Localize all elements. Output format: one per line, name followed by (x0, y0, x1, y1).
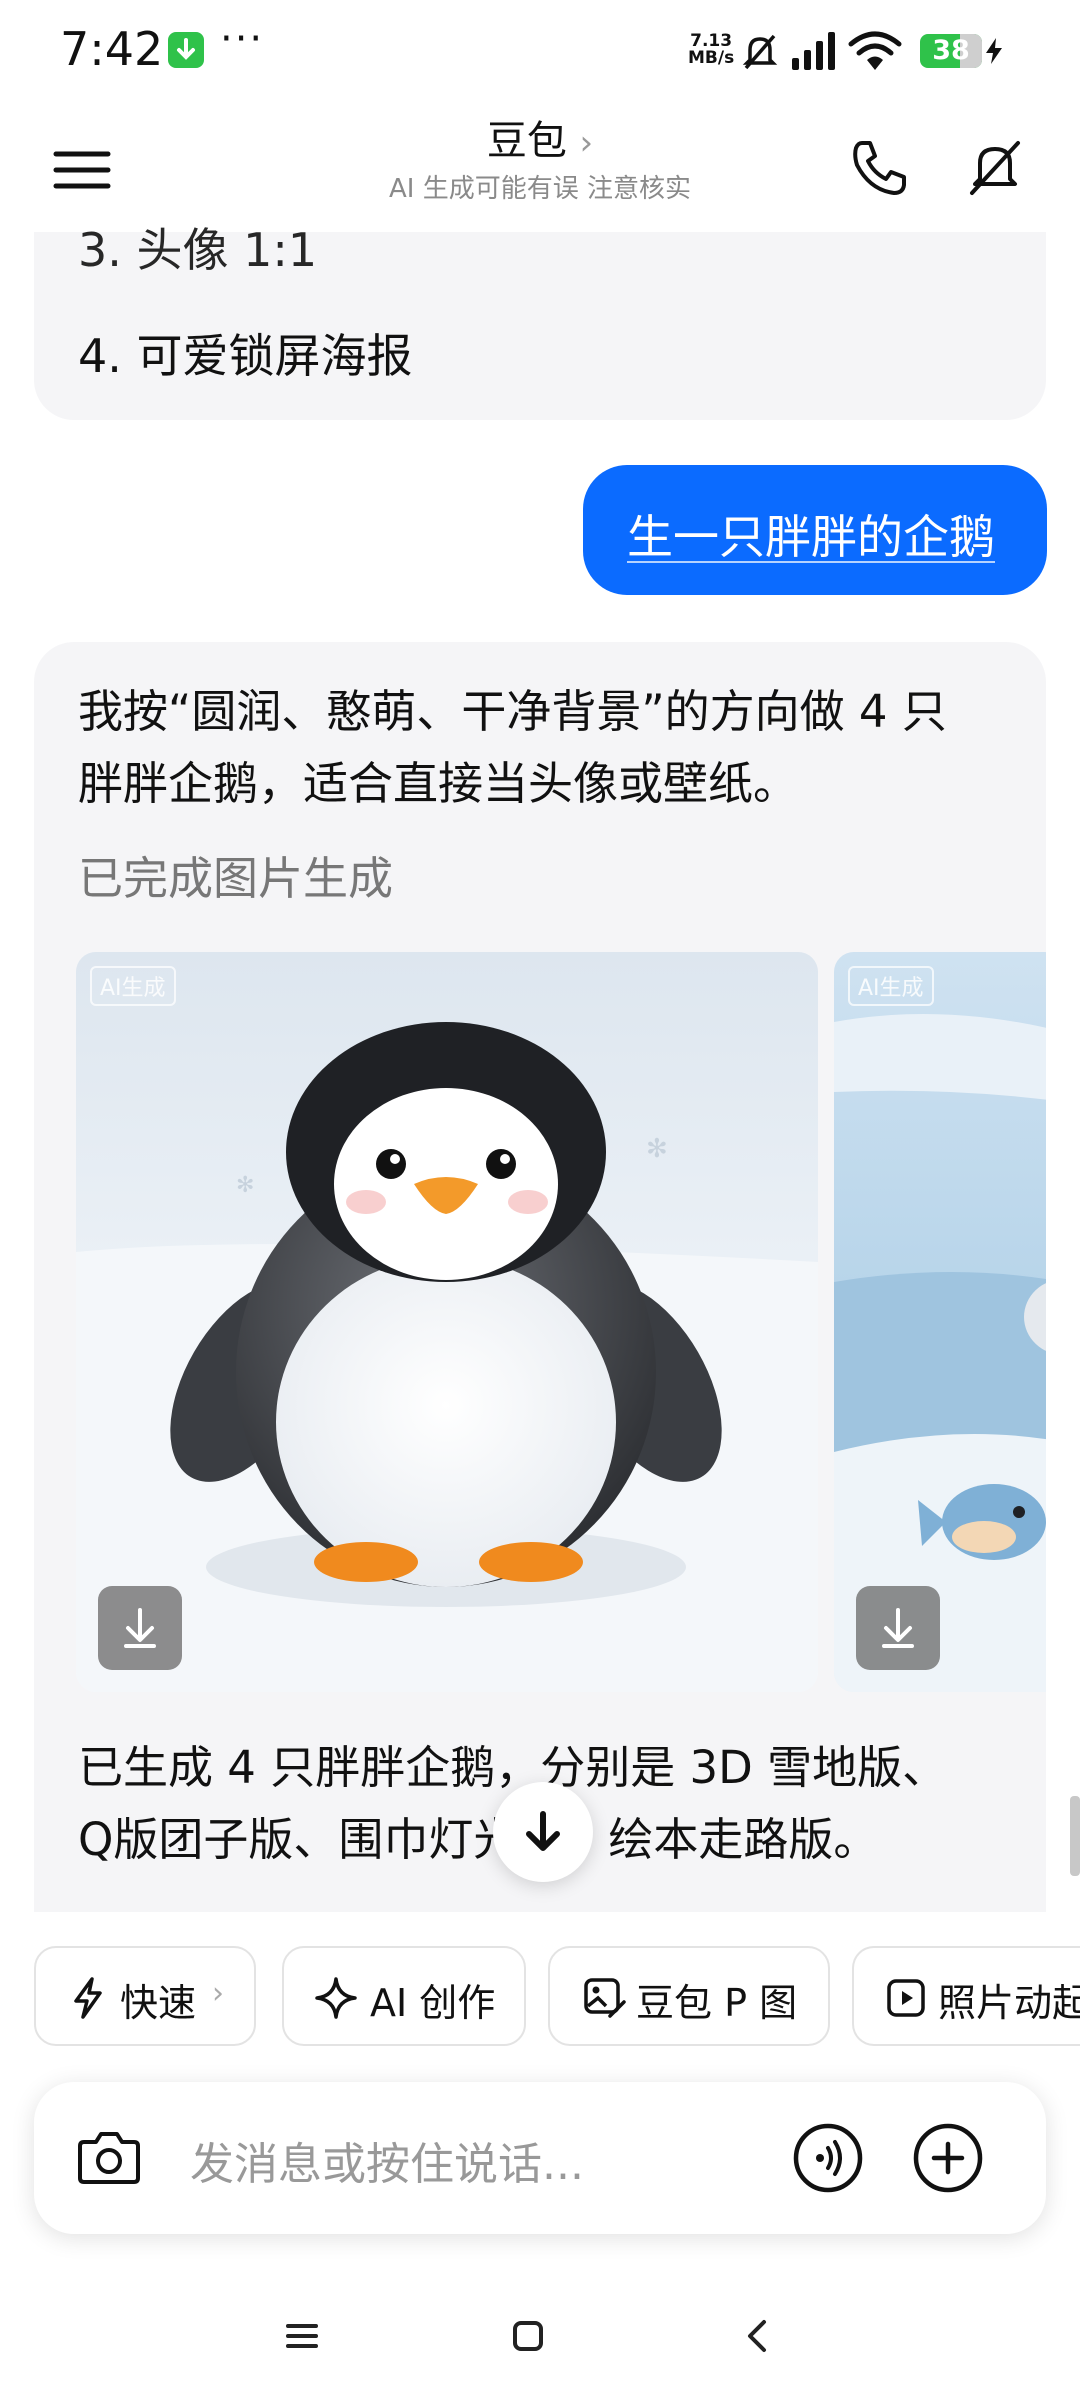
ai-message-bubble: 我按“圆润、憨萌、干净背景”的方向做 4 只 胖胖企鹅，适合直接当头像或壁纸。 … (34, 642, 1046, 1912)
user-message-bubble[interactable]: 生一只胖胖的企鹅 (583, 465, 1047, 595)
message-input[interactable]: 发消息或按住说话... (190, 2128, 584, 2192)
chip-label: 快速 (120, 1981, 197, 2025)
voice-icon[interactable] (792, 2122, 864, 2194)
chip-photo-animate[interactable]: 照片动起来 (852, 1946, 1080, 2046)
chip-ai-create[interactable]: AI 创作 (282, 1946, 526, 2046)
chevron-right-icon: › (212, 1976, 224, 2011)
penguin-image: ✻ ✻ ✻ (76, 952, 818, 1692)
list-item: 4. 可爱锁屏海报 (78, 329, 413, 383)
signal-icon (792, 32, 835, 70)
back-icon[interactable] (740, 2316, 776, 2356)
chip-label: AI 创作 (370, 1981, 496, 2025)
chip-label: 照片动起来 (938, 1981, 1080, 2025)
chip-label: 豆包 P 图 (636, 1981, 798, 2025)
chat-title[interactable]: 豆包 › (0, 115, 1080, 169)
user-message-text: 生一只胖胖的企鹅 (627, 510, 995, 564)
list-item: 3. 头像 1:1 (78, 223, 318, 277)
ai-reply-line: 胖胖企鹅，适合直接当头像或壁纸。 (78, 757, 799, 810)
ai-disclaimer: AI 生成可能有误 注意核实 (389, 174, 691, 204)
silent-bell-icon (742, 34, 778, 70)
ai-generated-tag: AI生成 (848, 966, 934, 1006)
lightning-icon (74, 1977, 102, 2019)
recents-icon[interactable] (284, 2318, 320, 2354)
ai-generated-tag: AI生成 (90, 966, 176, 1006)
scroll-to-bottom-button[interactable] (493, 1782, 593, 1882)
speaker-mute-icon[interactable] (962, 135, 1028, 201)
message-input-bar: 发消息或按住说话... (34, 2082, 1046, 2234)
svg-text:✻: ✻ (236, 1173, 254, 1198)
play-icon (887, 1979, 925, 2017)
generation-status: 已完成图片生成 (78, 852, 394, 905)
more-notifications-icon: ··· (220, 16, 265, 62)
download-icon (124, 1608, 156, 1648)
generated-image-1[interactable]: ✻ ✻ ✻ AI生成 (76, 952, 818, 1692)
bot-name: 豆包 (486, 118, 567, 164)
ai-reply-text: 我按“圆润、憨萌、干净背景”的方向做 4 只 胖胖企鹅，适合直接当头像或壁纸。 (78, 676, 1018, 820)
download-image-button[interactable] (98, 1586, 182, 1670)
battery-level: 38 (932, 35, 970, 66)
plus-icon[interactable] (912, 2122, 984, 2194)
scrollbar[interactable] (1070, 1796, 1080, 1876)
chevron-right-icon: › (579, 123, 594, 163)
ai-message-bubble-previous: 3. 头像 1:1 4. 可爱锁屏海报 (34, 223, 1046, 420)
status-bar: 7:42 ··· 7.13 MB/s 38 (0, 0, 1080, 105)
network-speed-unit: MB/s (688, 48, 735, 68)
generated-image-2[interactable]: AI生成 (834, 952, 1046, 1692)
sparkle-icon (315, 1977, 357, 2019)
charging-icon (986, 38, 1002, 64)
image-edit-icon (584, 1978, 626, 2018)
camera-icon[interactable] (76, 2126, 142, 2188)
ai-reply-line: 我按“圆润、憨萌、干净背景”的方向做 4 只 (78, 685, 947, 738)
chip-quick-mode[interactable]: 快速 › (34, 1946, 256, 2046)
download-icon (882, 1608, 914, 1648)
home-icon[interactable] (510, 2318, 546, 2354)
chip-doubao-photo-edit[interactable]: 豆包 P 图 (548, 1946, 830, 2046)
chat-title-area[interactable]: 豆包 › AI 生成可能有误 注意核实 (0, 115, 1080, 207)
download-notification-icon (168, 32, 204, 68)
system-navigation-bar (0, 2300, 1080, 2400)
arrow-down-icon (526, 1811, 560, 1851)
network-speed: 7.13 MB/s (688, 33, 734, 67)
status-time: 7:42 (60, 22, 164, 76)
wifi-icon (848, 31, 902, 70)
download-image-button[interactable] (856, 1586, 940, 1670)
phone-call-icon[interactable] (846, 135, 912, 201)
battery-indicator: 38 (920, 34, 982, 68)
svg-text:✻: ✻ (646, 1134, 668, 1164)
svg-text:✻: ✻ (436, 1097, 449, 1116)
penguin-image-ice (834, 952, 1046, 1692)
